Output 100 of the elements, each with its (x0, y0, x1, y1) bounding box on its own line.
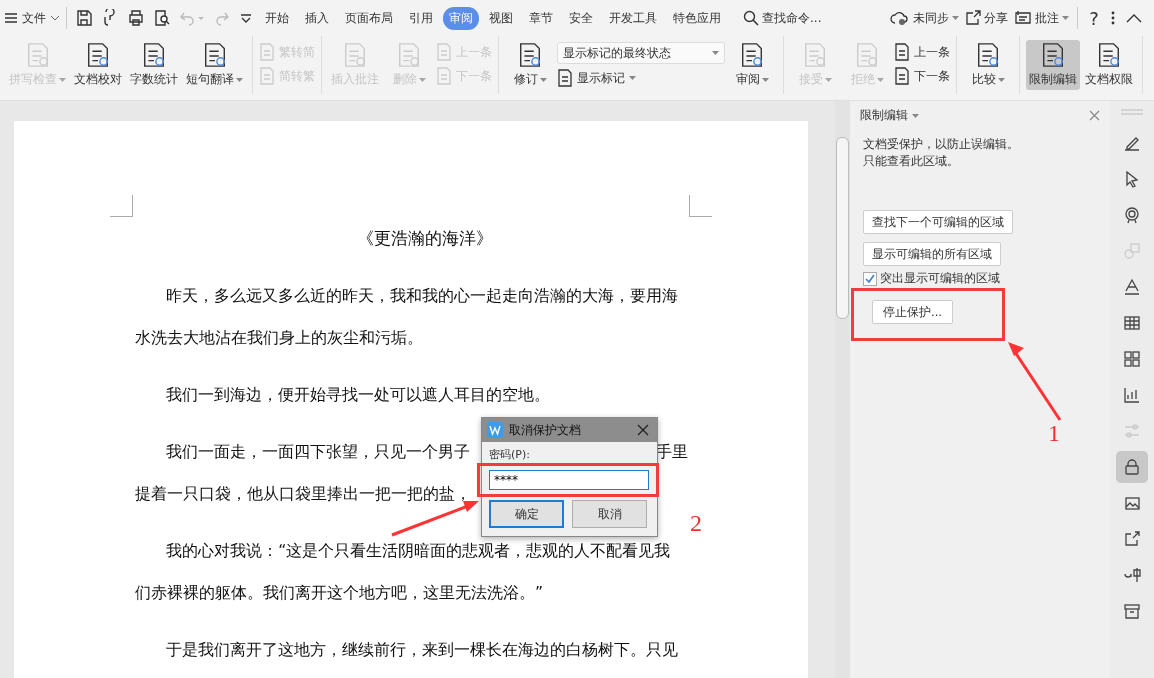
comment-button[interactable]: 批注 (1014, 9, 1069, 27)
ribbon-button[interactable]: 短句翻译 (183, 40, 246, 90)
text-line: 提着一只口袋，他从口袋里捧出一把一把的盐， (135, 484, 471, 505)
ribbon-tab[interactable]: 开发工具 (603, 6, 663, 30)
markup-select[interactable]: 显示标记的最终状态 (557, 42, 725, 64)
share-button[interactable]: 分享 (965, 9, 1008, 27)
panel-button[interactable]: 查找下一个可编辑的区域 (863, 210, 1013, 234)
document-icon (557, 69, 573, 87)
share-icon (965, 10, 981, 26)
sync-button[interactable]: 未同步 (890, 9, 959, 27)
caret-icon (712, 51, 719, 55)
text-line: 我们一面走，一面四下张望，只见一个男子 (166, 442, 471, 463)
print-icon[interactable] (127, 9, 145, 27)
ribbon-button[interactable]: 文档校对 (71, 40, 125, 90)
ribbon-tab[interactable]: 插入 (299, 6, 335, 30)
password-field[interactable]: **** (489, 470, 649, 490)
caret-icon (997, 77, 1005, 82)
ribbon-tab[interactable]: 引用 (403, 6, 439, 30)
file-menu[interactable]: 文件 (4, 9, 60, 27)
text-line: 手里 (656, 442, 688, 463)
close-icon[interactable] (637, 424, 649, 436)
search-icon (743, 10, 759, 26)
document-icon (396, 42, 422, 68)
ribbon-tab[interactable]: 开始 (259, 6, 295, 30)
ribbon-button[interactable]: 审阅 (727, 40, 777, 90)
document-icon (436, 43, 452, 61)
step-number: 1 (1048, 420, 1060, 446)
panel-button[interactable]: 显示可编辑的所有区域 (863, 242, 1001, 266)
chevron-down-icon (50, 15, 60, 21)
document-icon (342, 42, 368, 68)
collapse-icon[interactable] (1126, 13, 1142, 23)
checkmark-icon (865, 274, 875, 283)
document-icon (85, 42, 111, 68)
dialog-button[interactable]: 确定 (489, 500, 564, 528)
document-icon (894, 43, 910, 61)
ribbon-tab[interactable]: 安全 (563, 6, 599, 30)
caret-icon (824, 77, 832, 82)
help-button[interactable]: ? (1086, 7, 1102, 29)
crop-mark (110, 195, 133, 217)
cloud-icon (890, 10, 910, 26)
caret-icon (59, 77, 66, 82)
command-search[interactable]: 查找命令... (743, 9, 822, 27)
grip-icon (1121, 109, 1143, 115)
menu-icon (4, 12, 18, 24)
document-icon (1040, 42, 1066, 68)
document-icon (975, 42, 1001, 68)
caret-icon (539, 77, 547, 82)
document-icon (517, 42, 543, 68)
document-icon (141, 42, 167, 68)
protection-message: 文档受保护，以防止误编辑。 只能查看此区域。 (863, 136, 1019, 170)
document-icon (894, 67, 910, 85)
caret-icon (418, 77, 426, 82)
ribbon-tab[interactable]: 视图 (483, 6, 519, 30)
comment-icon (1014, 10, 1032, 26)
panel-title[interactable]: 限制编辑 (860, 107, 919, 124)
close-icon[interactable] (1089, 110, 1100, 121)
document-icon (259, 43, 275, 61)
stop-protection-button[interactable]: 停止保护... (872, 300, 953, 324)
text-line: 们赤裸裸的躯体。我们离开这个地方吧，这里无法洗浴。” (135, 583, 544, 604)
app-icon (487, 422, 503, 438)
caret-icon (761, 77, 769, 82)
caret-icon (952, 16, 959, 20)
ribbon-button[interactable]: 修订 (505, 40, 555, 90)
ribbon-button[interactable]: 显示标记 (557, 68, 725, 88)
ribbon-button[interactable]: 字数统计 (127, 40, 181, 90)
print-preview-icon[interactable] (153, 9, 171, 27)
ribbon-button[interactable]: 比较 (963, 40, 1013, 90)
text-line: 水洗去大地沾在我们身上的灰尘和污垢。 (135, 328, 423, 349)
ribbon-button[interactable]: 下一条 (894, 66, 950, 86)
highlight-checkbox[interactable]: 突出显示可编辑的区域 (863, 271, 1000, 286)
caret-icon (629, 76, 636, 80)
caret-icon (876, 77, 884, 82)
ribbon-button[interactable]: 上一条 (894, 42, 950, 62)
text-line: 我的心对我说：“这是个只看生活阴暗面的悲观者，悲观的人不配看见我 (166, 541, 671, 562)
document-icon (802, 42, 828, 68)
scrollbar[interactable] (835, 101, 850, 678)
dialog-button[interactable]: 取消 (572, 500, 647, 528)
crop-mark (689, 195, 712, 217)
dialog-title: 取消保护文档 (509, 421, 582, 439)
caret-icon (1062, 16, 1069, 20)
ribbon-button[interactable]: 文档权限 (1082, 40, 1136, 90)
text-line: 昨天，多么远又多么近的昨天，我和我的心一起走向浩瀚的大海，要用海 (166, 286, 679, 307)
document-icon (436, 67, 452, 85)
caret-icon (236, 77, 243, 82)
ribbon-tab[interactable]: 章节 (523, 6, 559, 30)
document-icon (259, 67, 275, 85)
ribbon-tab[interactable]: 特色应用 (667, 6, 727, 30)
caret-icon (912, 113, 919, 118)
text-line: 我们一到海边，便开始寻找一处可以遮人耳目的空地。 (166, 385, 551, 406)
ribbon-button[interactable]: 限制编辑 (1026, 40, 1080, 90)
ribbon-tab[interactable]: 页面布局 (339, 6, 399, 30)
document-icon (1096, 42, 1122, 68)
field-label: 密码(P): (489, 448, 531, 461)
lock-icon[interactable] (1116, 451, 1148, 483)
text-line: 于是我们离开了这地方，继续前行，来到一棵长在海边的白杨树下。只见 (166, 640, 679, 661)
document-icon (854, 42, 880, 68)
document-icon (739, 42, 765, 68)
more-icon[interactable] (1110, 10, 1116, 26)
document-title: 《更浩瀚的海洋》 (356, 227, 494, 250)
save-icon[interactable] (75, 9, 93, 27)
